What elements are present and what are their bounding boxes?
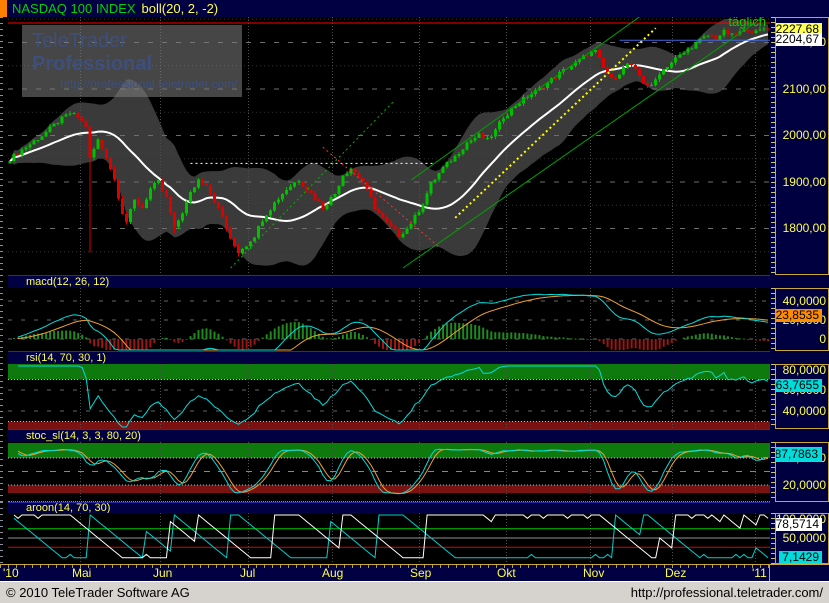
watermark-url: http://professional.teletrader.com/	[60, 77, 232, 91]
stochastic-panel: stoc_sl(14, 3, 3, 80, 20) 80,000020,0000…	[0, 429, 829, 502]
aroon-panel-header[interactable]: aroon(14, 70, 30)	[8, 502, 770, 513]
axis-tick-label: 20,0000	[783, 479, 826, 491]
x-axis-month-label: Aug	[322, 567, 343, 580]
macd-panel: macd(12, 26, 12) 40,000020,0000023,8535	[0, 275, 829, 351]
watermark: TeleTrader Professional http://professio…	[22, 25, 242, 97]
axis-tick-label: 1900,00	[783, 176, 826, 188]
x-axis-month-label: Dez	[665, 567, 686, 580]
aroon-plot[interactable]	[8, 513, 770, 564]
stochastic-title: stoc_sl(14, 3, 3, 80, 20)	[26, 430, 141, 442]
axis-value-highlight: 7,1429	[779, 551, 822, 564]
price-chart-plot[interactable]: TeleTrader Professional http://professio…	[8, 17, 770, 275]
chart-symbol-title: NASDAQ 100 INDEX	[12, 0, 136, 17]
axis-tick-label: 2100,00	[783, 83, 826, 95]
x-axis-month-label: '10	[3, 567, 19, 580]
x-axis-month-label: '11	[752, 567, 767, 580]
left-tick-gutter	[0, 502, 8, 564]
chart-study-label: boll(20, 2, -2)	[142, 0, 219, 17]
axis-value-highlight: 87,7863	[775, 447, 822, 462]
macd-panel-header[interactable]: macd(12, 26, 12)	[8, 275, 770, 288]
rsi-title: rsi(14, 70, 30, 1)	[26, 352, 106, 364]
time-axis-corner	[769, 565, 829, 581]
x-axis-month-label: Jul	[240, 567, 255, 580]
status-url[interactable]: http://professional.teletrader.com/	[631, 585, 823, 600]
rsi-panel-header[interactable]: rsi(14, 70, 30, 1)	[8, 351, 770, 364]
stochastic-panel-header[interactable]: stoc_sl(14, 3, 3, 80, 20)	[8, 429, 770, 442]
status-bar: © 2010 TeleTrader Software AG http://pro…	[0, 581, 829, 603]
left-tick-gutter	[0, 17, 8, 275]
x-axis-month-label: Okt	[497, 567, 516, 580]
instrument-icon	[0, 0, 7, 17]
watermark-brand: TeleTrader Professional	[32, 30, 232, 76]
axis-tick-label: 40,0000	[783, 295, 826, 307]
axis-tick-label: 1800,00	[783, 222, 826, 234]
time-axis[interactable]: '10 Mai Jun Jul Aug Sep Okt Nov Dez '11	[0, 564, 829, 581]
price-axis[interactable]: 2200,002100,002000,001900,001800,002227.…	[770, 17, 829, 275]
stochastic-axis[interactable]: 80,000020,000087,7863	[770, 429, 829, 502]
price-panel: TeleTrader Professional http://professio…	[0, 17, 829, 275]
axis-tick-label: 0	[819, 333, 826, 345]
axis-scale-box: 40,000020,0000023,8535	[775, 288, 829, 351]
aroon-axis[interactable]: 100,000050,000078,57147,1429	[770, 502, 829, 564]
axis-value-highlight: 78,5714	[775, 518, 822, 531]
left-tick-gutter	[0, 275, 8, 351]
axis-tick-label: 80,0000	[783, 364, 826, 376]
axis-value-highlight: 23,8535	[775, 309, 822, 322]
timeframe-label[interactable]: täglich	[728, 17, 766, 29]
axis-value-highlight: 2204,67	[775, 33, 822, 46]
axis-scale-box: 100,000050,000078,57147,1429	[775, 513, 829, 564]
macd-plot[interactable]	[8, 288, 770, 351]
left-tick-gutter	[0, 351, 8, 429]
axis-scale-box: 2200,002100,002000,001900,001800,002227.…	[775, 17, 829, 275]
x-axis-month-label: Nov	[583, 567, 604, 580]
axis-tick-label: 40,0000	[783, 405, 826, 417]
aroon-panel: aroon(14, 70, 30) 100,000050,000078,5714…	[0, 502, 829, 564]
stochastic-plot[interactable]	[8, 442, 770, 502]
macd-axis[interactable]: 40,000020,0000023,8535	[770, 275, 829, 351]
left-tick-gutter	[0, 429, 8, 502]
copyright-text: © 2010 TeleTrader Software AG	[6, 585, 190, 600]
watermark-product: Professional	[32, 53, 152, 75]
axis-value-highlight: 63,7655	[775, 379, 822, 392]
x-axis-month-label: Mai	[72, 567, 91, 580]
axis-tick-label: 2000,00	[783, 129, 826, 141]
axis-scale-box: 80,000020,000087,7863	[775, 442, 829, 502]
rsi-plot[interactable]	[8, 364, 770, 429]
rsi-panel: rsi(14, 70, 30, 1) 80,000060,000040,0000…	[0, 351, 829, 429]
x-axis-month-label: Jun	[153, 567, 172, 580]
chart-title-bar[interactable]: NASDAQ 100 INDEX boll(20, 2, -2)	[0, 0, 829, 17]
x-axis-month-label: Sep	[410, 567, 431, 580]
axis-scale-box: 80,000060,000040,000063,7655	[775, 364, 829, 429]
macd-title: macd(12, 26, 12)	[26, 276, 109, 288]
teletrader-chart-window: NASDAQ 100 INDEX boll(20, 2, -2) TeleTra…	[0, 0, 829, 603]
rsi-axis[interactable]: 80,000060,000040,000063,7655	[770, 351, 829, 429]
axis-tick-label: 50,0000	[783, 532, 826, 544]
